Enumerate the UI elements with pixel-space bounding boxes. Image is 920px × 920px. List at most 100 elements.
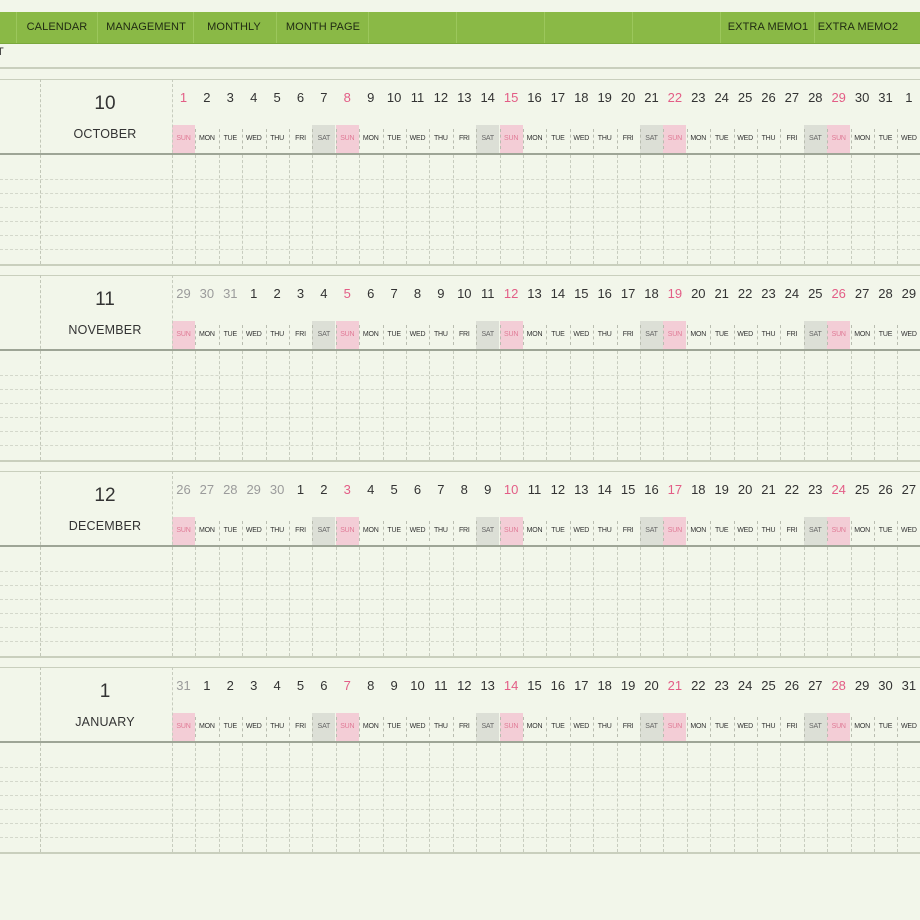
day-cell[interactable] bbox=[827, 351, 850, 460]
day-cell[interactable] bbox=[383, 351, 406, 460]
day-cell[interactable] bbox=[780, 743, 803, 852]
day-number[interactable]: 12 bbox=[429, 90, 452, 105]
day-number[interactable]: 19 bbox=[663, 286, 686, 301]
day-cell[interactable] bbox=[851, 743, 874, 852]
day-cell[interactable] bbox=[383, 547, 406, 656]
day-cell[interactable] bbox=[429, 351, 452, 460]
day-cell[interactable] bbox=[289, 547, 312, 656]
day-number[interactable]: 18 bbox=[593, 678, 616, 693]
day-number[interactable]: 5 bbox=[289, 678, 312, 693]
day-cell[interactable] bbox=[546, 155, 569, 264]
day-cell[interactable] bbox=[687, 155, 710, 264]
day-cell[interactable] bbox=[804, 155, 827, 264]
day-cell[interactable] bbox=[500, 547, 523, 656]
day-number[interactable]: 13 bbox=[523, 286, 546, 301]
day-cell[interactable] bbox=[851, 351, 874, 460]
day-cell[interactable] bbox=[874, 155, 897, 264]
day-cell[interactable] bbox=[383, 155, 406, 264]
day-number[interactable]: 28 bbox=[874, 286, 897, 301]
day-number[interactable]: 15 bbox=[523, 678, 546, 693]
day-cell[interactable] bbox=[734, 351, 757, 460]
day-number[interactable]: 19 bbox=[617, 678, 640, 693]
day-number[interactable]: 11 bbox=[429, 678, 452, 693]
day-cell[interactable] bbox=[172, 547, 195, 656]
day-number[interactable]: 21 bbox=[663, 678, 686, 693]
day-number[interactable]: 6 bbox=[359, 286, 382, 301]
day-cell[interactable] bbox=[219, 743, 242, 852]
day-number[interactable]: 29 bbox=[851, 678, 874, 693]
day-number[interactable]: 1 bbox=[242, 286, 265, 301]
nav-tab-3[interactable]: MONTHLY bbox=[193, 12, 274, 43]
day-number[interactable]: 25 bbox=[757, 678, 780, 693]
day-number[interactable]: 8 bbox=[406, 286, 429, 301]
nav-tab-9[interactable]: EXTRA MEMO1 bbox=[720, 12, 815, 43]
nav-tab-1[interactable]: CALENDAR bbox=[16, 12, 97, 43]
day-cell[interactable] bbox=[780, 547, 803, 656]
day-number[interactable]: 11 bbox=[476, 286, 499, 301]
day-number[interactable]: 15 bbox=[570, 286, 593, 301]
day-cell[interactable] bbox=[336, 155, 359, 264]
day-number[interactable]: 6 bbox=[289, 90, 312, 105]
day-cell[interactable] bbox=[476, 155, 499, 264]
day-number[interactable]: 20 bbox=[640, 678, 663, 693]
day-number[interactable]: 6 bbox=[312, 678, 335, 693]
day-number[interactable]: 22 bbox=[780, 482, 803, 497]
day-number[interactable]: 16 bbox=[523, 90, 546, 105]
day-number[interactable]: 27 bbox=[195, 482, 218, 497]
day-cell[interactable] bbox=[640, 743, 663, 852]
day-number[interactable]: 25 bbox=[851, 482, 874, 497]
day-number[interactable]: 17 bbox=[546, 90, 569, 105]
day-number[interactable]: 18 bbox=[640, 286, 663, 301]
day-cell[interactable] bbox=[336, 743, 359, 852]
day-number[interactable]: 20 bbox=[687, 286, 710, 301]
day-number[interactable]: 31 bbox=[874, 90, 897, 105]
day-cell[interactable] bbox=[195, 155, 218, 264]
day-cell[interactable] bbox=[757, 743, 780, 852]
day-number[interactable]: 20 bbox=[734, 482, 757, 497]
day-cell[interactable] bbox=[897, 155, 920, 264]
day-number[interactable]: 29 bbox=[827, 90, 850, 105]
day-cell[interactable] bbox=[617, 155, 640, 264]
day-cell[interactable] bbox=[570, 547, 593, 656]
day-cell[interactable] bbox=[359, 155, 382, 264]
day-cell[interactable] bbox=[663, 351, 686, 460]
day-cell[interactable] bbox=[172, 743, 195, 852]
day-cell[interactable] bbox=[593, 743, 616, 852]
day-number[interactable]: 30 bbox=[851, 90, 874, 105]
day-cell[interactable] bbox=[476, 547, 499, 656]
day-cell[interactable] bbox=[242, 351, 265, 460]
day-cell[interactable] bbox=[640, 547, 663, 656]
day-cell[interactable] bbox=[453, 743, 476, 852]
day-number[interactable]: 15 bbox=[500, 90, 523, 105]
day-number[interactable]: 16 bbox=[593, 286, 616, 301]
day-cell[interactable] bbox=[687, 743, 710, 852]
day-cell[interactable] bbox=[523, 155, 546, 264]
day-cell[interactable] bbox=[312, 547, 335, 656]
day-number[interactable]: 8 bbox=[336, 90, 359, 105]
day-cell[interactable] bbox=[219, 155, 242, 264]
day-number[interactable]: 25 bbox=[804, 286, 827, 301]
day-cell[interactable] bbox=[780, 155, 803, 264]
day-cell[interactable] bbox=[195, 351, 218, 460]
day-number[interactable]: 15 bbox=[617, 482, 640, 497]
day-cell[interactable] bbox=[617, 743, 640, 852]
day-cell[interactable] bbox=[593, 155, 616, 264]
day-cell[interactable] bbox=[734, 155, 757, 264]
day-number[interactable]: 25 bbox=[734, 90, 757, 105]
day-cell[interactable] bbox=[266, 351, 289, 460]
day-cell[interactable] bbox=[312, 351, 335, 460]
day-number[interactable]: 10 bbox=[453, 286, 476, 301]
nav-tab-2[interactable]: MANAGEMENT bbox=[97, 12, 194, 43]
day-cell[interactable] bbox=[242, 743, 265, 852]
day-cell[interactable] bbox=[570, 155, 593, 264]
day-number[interactable]: 21 bbox=[710, 286, 733, 301]
day-cell[interactable] bbox=[172, 351, 195, 460]
day-cell[interactable] bbox=[242, 547, 265, 656]
day-cell[interactable] bbox=[874, 351, 897, 460]
day-cell[interactable] bbox=[663, 155, 686, 264]
day-number[interactable]: 27 bbox=[851, 286, 874, 301]
day-number[interactable]: 24 bbox=[734, 678, 757, 693]
nav-tab-8[interactable] bbox=[632, 12, 721, 43]
day-cell[interactable] bbox=[827, 547, 850, 656]
day-cell[interactable] bbox=[266, 743, 289, 852]
